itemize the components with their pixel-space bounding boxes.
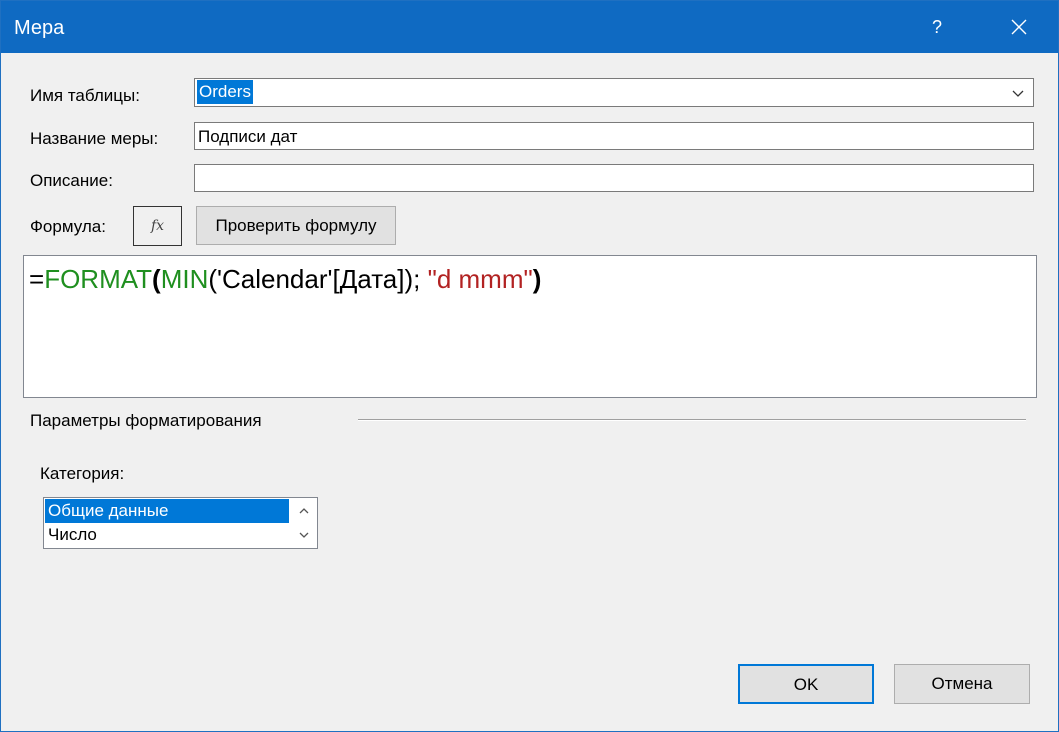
chevron-up-icon [299,508,309,514]
dialog-title: Мера [14,17,65,39]
title-bar: Мера ? [1,1,1058,53]
measure-name-value: Подписи дат [198,127,298,146]
formula-function-format: FORMAT [44,264,153,294]
scroll-up-button[interactable] [291,499,317,523]
list-item[interactable]: Число [45,523,289,547]
formula-text: =FORMAT(MIN('Calendar'[Дата]); "d mmm") [29,264,541,294]
close-button[interactable] [993,7,1045,47]
formula-editor[interactable]: =FORMAT(MIN('Calendar'[Дата]); "d mmm") [23,255,1037,398]
group-divider [358,419,1026,421]
category-label: Категория: [40,464,125,483]
table-name-label: Имя таблицы: [30,86,140,105]
cancel-button[interactable]: Отмена [894,664,1030,704]
formula-label: Формула: [30,217,106,236]
description-input[interactable] [194,164,1034,192]
table-name-value: Orders [197,80,253,104]
check-formula-button[interactable]: Проверить формулу [196,206,396,245]
measure-name-label: Название меры: [30,129,159,148]
description-label: Описание: [30,171,113,190]
measure-name-input[interactable]: Подписи дат [194,122,1034,150]
formula-open-paren: ( [152,264,161,294]
measure-dialog: Мера ? Имя таблицы: Orders Название меры… [0,0,1059,732]
ok-button[interactable]: OK [738,664,874,704]
scroll-down-button[interactable] [291,523,317,547]
insert-function-button[interactable]: fx [133,206,182,246]
formula-equals: = [29,264,45,294]
list-item[interactable]: Общие данные [45,499,289,523]
table-name-combobox[interactable]: Orders [194,78,1034,107]
close-icon [1011,19,1027,35]
formula-argument: ('Calendar'[Дата]); [208,264,428,294]
formatting-group-label: Параметры форматирования [30,411,262,430]
chevron-down-icon [1012,90,1024,97]
help-button[interactable]: ? [911,7,963,47]
chevron-down-icon [299,532,309,538]
formula-string: "d mmm" [427,264,533,294]
formula-close-paren: ) [532,264,542,294]
formula-function-min: MIN [160,264,209,294]
category-listbox[interactable]: Общие данные Число [43,497,318,549]
